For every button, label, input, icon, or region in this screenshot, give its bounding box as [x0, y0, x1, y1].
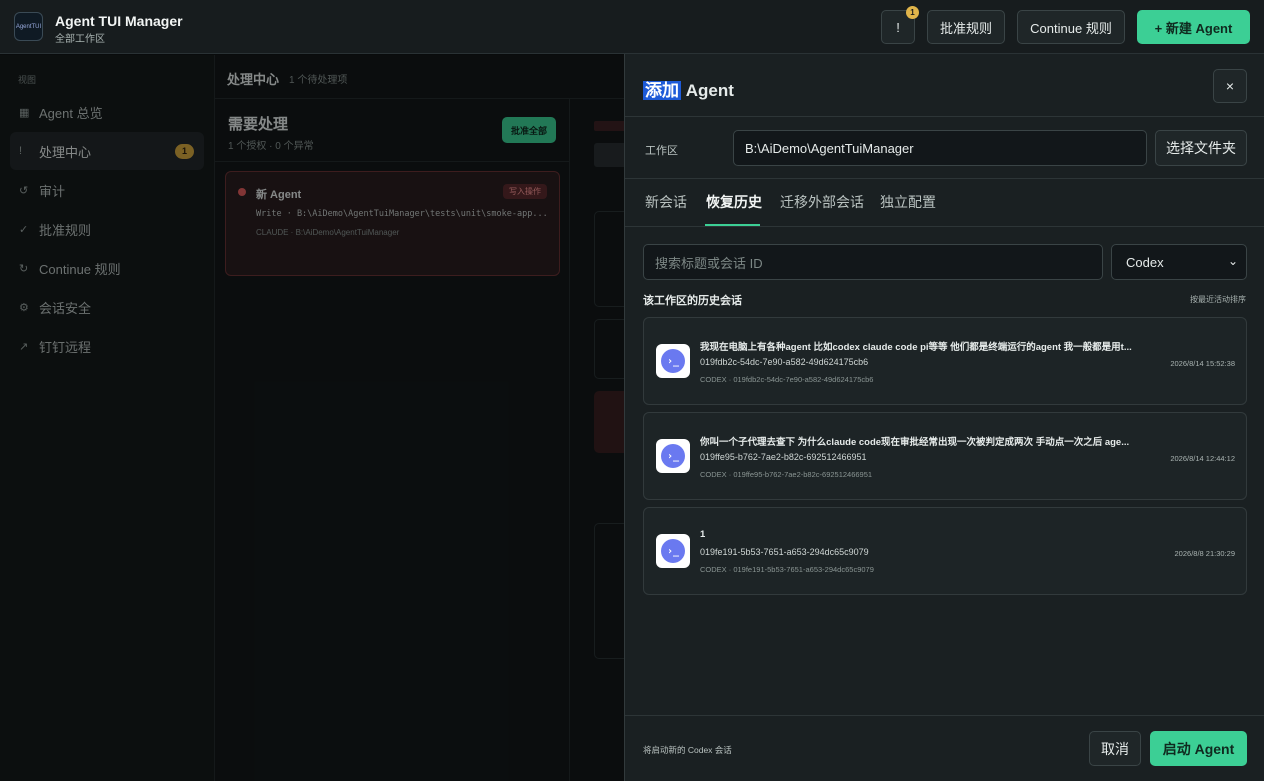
app-logo: AgentTUI — [14, 12, 43, 41]
session-title: 你叫一个子代理去查下 为什么claude code现在审批经常出现一次被判定成两… — [700, 437, 1130, 448]
top-bar: AgentTUI Agent TUI Manager 全部工作区 ! 1 批准规… — [0, 0, 1264, 54]
workspace-path-input[interactable]: B:\AiDemo\AgentTuiManager — [733, 130, 1147, 166]
start-agent-button[interactable]: 启动 Agent — [1150, 731, 1247, 766]
session-id: 019fe191-5b53-7651-a653-294dc65c9079 — [700, 547, 869, 557]
tab-standalone-config[interactable]: 独立配置 — [880, 192, 936, 212]
session-title: 我现在电脑上有各种agent 比如codex claude code pi等等 … — [700, 342, 1132, 353]
session-meta: CODEX · 019ffe95-b762-7ae2-b82c-69251246… — [700, 470, 873, 479]
alert-icon: ! — [896, 19, 900, 35]
add-agent-panel: 添加 Agent × 工作区 B:\AiDemo\AgentTuiManager… — [624, 54, 1264, 781]
divider — [625, 178, 1264, 179]
history-session-item[interactable]: ›_ 1 019fe191-5b53-7651-a653-294dc65c907… — [643, 507, 1247, 595]
title-highlight: 添加 — [643, 81, 681, 100]
tab-restore-history[interactable]: 恢复历史 — [706, 192, 762, 212]
logo-text: AgentTUI — [15, 23, 42, 30]
workspace-label: 工作区 — [645, 145, 678, 157]
session-meta: CODEX · 019fdb2c-54dc-7e90-a582-49d62417… — [700, 375, 874, 384]
alerts-button[interactable]: ! 1 — [881, 6, 919, 44]
tab-new-session[interactable]: 新会话 — [645, 192, 687, 212]
session-time: 2026/8/8 21:30:29 — [1174, 549, 1235, 558]
codex-logo: ›_ — [661, 444, 685, 468]
approve-rules-button[interactable]: 批准规则 — [927, 10, 1005, 44]
divider — [625, 715, 1264, 716]
session-id: 019fdb2c-54dc-7e90-a582-49d624175cb6 — [700, 357, 869, 367]
codex-logo: ›_ — [661, 349, 685, 373]
history-session-item[interactable]: ›_ 我现在电脑上有各种agent 比如codex claude code pi… — [643, 317, 1247, 405]
session-search-input[interactable]: 搜索标题或会话 ID — [643, 244, 1103, 280]
panel-title: 添加 Agent — [643, 76, 734, 101]
history-sort-label: 按最近活动排序 — [1190, 295, 1246, 304]
close-button[interactable]: × — [1213, 69, 1247, 103]
app-title: Agent TUI Manager — [55, 13, 183, 29]
provider-select[interactable]: Codex ⌄ — [1111, 244, 1247, 280]
choose-folder-button[interactable]: 选择文件夹 — [1155, 130, 1247, 166]
divider — [625, 226, 1264, 227]
session-time: 2026/8/14 15:52:38 — [1170, 359, 1235, 368]
history-session-item[interactable]: ›_ 你叫一个子代理去查下 为什么claude code现在审批经常出现一次被判… — [643, 412, 1247, 500]
session-id: 019ffe95-b762-7ae2-b82c-692512466951 — [700, 452, 867, 462]
workspace-scope: 全部工作区 — [55, 34, 105, 45]
new-agent-button[interactable]: + 新建 Agent — [1137, 10, 1250, 44]
codex-logo: ›_ — [661, 539, 685, 563]
codex-icon: ›_ — [656, 344, 690, 378]
session-meta: CODEX · 019fe191-5b53-7651-a653-294dc65c… — [700, 565, 874, 574]
codex-icon: ›_ — [656, 439, 690, 473]
title-rest: Agent — [681, 81, 734, 100]
session-time: 2026/8/14 12:44:12 — [1170, 454, 1235, 463]
footer-note: 将启动新的 Codex 会话 — [643, 745, 732, 755]
close-icon: × — [1225, 78, 1235, 94]
tab-migrate-external[interactable]: 迁移外部会话 — [780, 192, 864, 212]
chevron-down-icon: ⌄ — [1227, 254, 1238, 268]
divider — [625, 116, 1264, 117]
alert-count-badge: 1 — [906, 6, 919, 19]
session-title: 1 — [700, 529, 706, 540]
history-section-title: 该工作区的历史会话 — [643, 295, 742, 307]
cancel-button[interactable]: 取消 — [1089, 731, 1141, 766]
codex-icon: ›_ — [656, 534, 690, 568]
provider-selected-value: Codex — [1126, 254, 1164, 270]
modal-backdrop[interactable] — [0, 54, 624, 781]
continue-rules-button[interactable]: Continue 规则 — [1017, 10, 1125, 44]
